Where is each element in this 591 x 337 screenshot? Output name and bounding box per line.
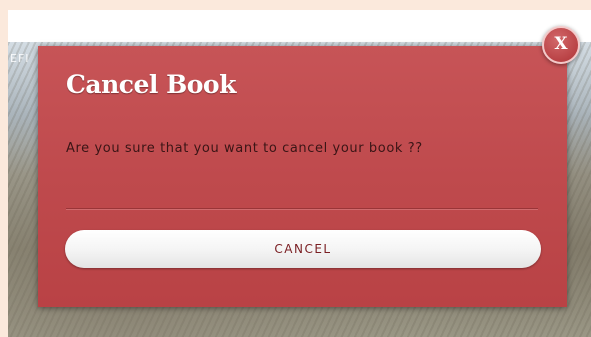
top-bar — [8, 10, 591, 42]
cancel-book-dialog: Cancel Book Are you sure that you want t… — [38, 46, 567, 307]
dialog-message: Are you sure that you want to cancel you… — [66, 141, 423, 156]
background-partial-text: EFI — [10, 52, 30, 65]
cancel-button[interactable]: CANCEL — [65, 230, 541, 268]
dialog-divider — [66, 208, 538, 210]
dialog-title: Cancel Book — [66, 70, 236, 99]
close-icon[interactable]: X — [542, 26, 580, 64]
